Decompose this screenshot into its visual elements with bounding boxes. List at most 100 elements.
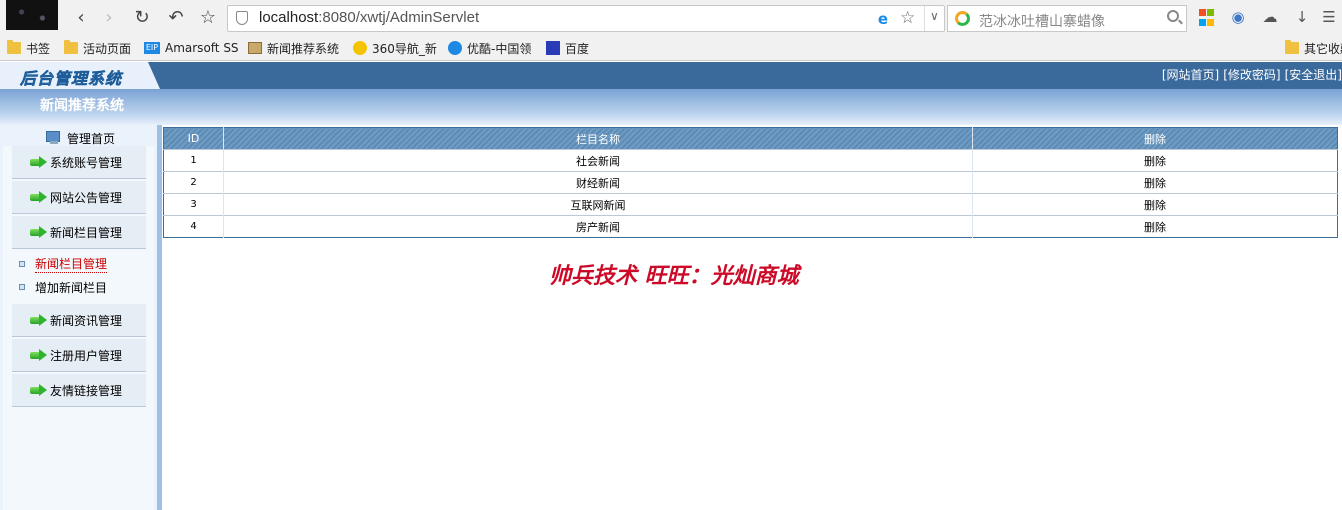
bookmark-item[interactable]: 书签	[7, 40, 50, 56]
logo-text: 后台管理系统	[20, 69, 123, 89]
table-row: 2 财经新闻 删除	[163, 171, 1338, 194]
link-change-password[interactable]: [修改密码]	[1223, 68, 1280, 82]
system-title: 新闻推荐系统	[40, 98, 124, 114]
sidebar-menu: 系统账号管理 网站公告管理 新闻栏目管理 新闻栏目管理 增加新闻栏目 新闻资讯管…	[3, 146, 154, 510]
url-text[interactable]: localhost:8080/xwtj/AdminServlet	[259, 9, 479, 26]
cell-id: 1	[163, 149, 224, 172]
download-icon[interactable]: ↓	[1293, 8, 1311, 26]
shield-icon	[236, 11, 248, 25]
cell-name: 互联网新闻	[223, 193, 973, 216]
page-icon	[248, 42, 262, 54]
table-row: 3 互联网新闻 删除	[163, 193, 1338, 216]
menu-site-notices[interactable]: 网站公告管理	[12, 181, 146, 214]
browser-toolbar: ‹ › ↻ ↶ ☆ localhost:8080/xwtj/AdminServl…	[0, 0, 1342, 36]
menu-label: 注册用户管理	[50, 348, 123, 363]
submenu-add-column[interactable]: 增加新闻栏目	[19, 279, 107, 295]
delete-link[interactable]: 删除	[972, 149, 1338, 172]
header-links: [网站首页] [修改密码] [安全退出]	[1158, 66, 1342, 83]
menu-icon[interactable]: ☰	[1320, 8, 1338, 26]
menu-label: 网站公告管理	[50, 190, 123, 205]
link-logout[interactable]: [安全退出]	[1285, 68, 1342, 82]
shield-guard-icon[interactable]: ◉	[1229, 8, 1247, 26]
baidu-icon	[546, 41, 560, 55]
search-icon[interactable]	[1167, 10, 1179, 22]
table-row: 4 房产新闻 删除	[163, 215, 1338, 238]
system-title-bar: 新闻推荐系统	[0, 89, 1342, 125]
menu-label: 友情链接管理	[50, 383, 123, 398]
delete-link[interactable]: 删除	[972, 193, 1338, 216]
green-arrow-icon	[30, 314, 48, 326]
submenu-label: 新闻栏目管理	[35, 257, 108, 273]
bullet-icon	[19, 284, 25, 290]
cell-id: 2	[163, 171, 224, 194]
submenu-news-columns[interactable]: 新闻栏目管理	[19, 256, 108, 273]
menu-system-accounts[interactable]: 系统账号管理	[12, 146, 146, 179]
reload-icon[interactable]: ↻	[130, 6, 154, 30]
youku-icon	[448, 41, 462, 55]
chevron-down-icon[interactable]: ∨	[930, 9, 939, 23]
search-input[interactable]: 范冰冰吐槽山寨蜡像	[979, 11, 1105, 31]
promo-slogan: 帅兵技术 旺旺：光灿商城	[549, 264, 799, 289]
cell-name: 房产新闻	[223, 215, 973, 238]
green-arrow-icon	[30, 191, 48, 203]
sidebar-home-label: 管理首页	[67, 131, 116, 146]
folder-icon	[7, 40, 21, 54]
sidebar-home[interactable]: 管理首页	[45, 129, 115, 147]
menu-news-columns[interactable]: 新闻栏目管理	[12, 216, 146, 249]
favorite-star-icon[interactable]: ☆	[900, 8, 915, 28]
menu-friend-links[interactable]: 友情链接管理	[12, 374, 146, 407]
360-icon	[353, 41, 367, 55]
menu-registered-users[interactable]: 注册用户管理	[12, 339, 146, 372]
table-row: 1 社会新闻 删除	[163, 149, 1338, 172]
url-separator	[924, 6, 925, 31]
delete-link[interactable]: 删除	[972, 171, 1338, 194]
search-box[interactable]: 范冰冰吐槽山寨蜡像	[947, 5, 1187, 32]
green-arrow-icon	[30, 156, 48, 168]
link-site-home[interactable]: [网站首页]	[1162, 68, 1219, 82]
bookmark-item[interactable]: 百度	[546, 40, 589, 56]
column-table: ID 栏目名称 删除 1 社会新闻 删除 2 财经新闻 删除 3 互联网新闻 删…	[163, 127, 1338, 238]
bookmark-label: 新闻推荐系统	[267, 41, 340, 56]
bookmark-item[interactable]: EIP Amarsoft SS	[144, 40, 239, 56]
logo-area: 后台管理系统	[0, 62, 160, 89]
eip-icon: EIP	[144, 42, 160, 54]
address-bar[interactable]: localhost:8080/xwtj/AdminServlet e ☆ ∨	[227, 5, 945, 32]
green-arrow-icon	[30, 384, 48, 396]
bookmark-other[interactable]: 其它收藏	[1285, 40, 1342, 56]
column-header-delete: 删除	[972, 127, 1338, 150]
cell-name: 财经新闻	[223, 171, 973, 194]
green-arrow-icon	[30, 349, 48, 361]
url-path: :8080/xwtj/AdminServlet	[318, 9, 480, 26]
menu-label: 系统账号管理	[50, 155, 123, 170]
bookmark-label: 书签	[26, 41, 51, 56]
bookmark-item[interactable]: 新闻推荐系统	[248, 40, 339, 56]
cell-id: 4	[163, 215, 224, 238]
menu-news-articles[interactable]: 新闻资讯管理	[12, 304, 146, 337]
bookmark-label: 其它收藏	[1304, 41, 1342, 56]
search-engine-icon	[955, 11, 970, 26]
folder-icon	[64, 40, 78, 54]
cell-id: 3	[163, 193, 224, 216]
url-host: localhost	[259, 9, 319, 26]
submenu-label: 增加新闻栏目	[35, 280, 108, 295]
bookmark-item[interactable]: 优酷-中国领	[448, 40, 531, 56]
green-arrow-icon	[30, 226, 48, 238]
apps-icon[interactable]	[1199, 9, 1217, 27]
bookmark-label: 360导航_新	[372, 41, 437, 56]
bookmark-item[interactable]: 活动页面	[64, 40, 131, 56]
admin-header: 后台管理系统 [网站首页] [修改密码] [安全退出]	[0, 62, 1342, 89]
column-header-id: ID	[163, 127, 224, 150]
back-icon[interactable]: ‹	[69, 6, 93, 30]
ie-mode-icon[interactable]: e	[875, 11, 891, 27]
tab-thumbnail[interactable]	[6, 0, 58, 30]
computer-icon	[45, 131, 63, 145]
bookmark-item[interactable]: 360导航_新	[353, 40, 437, 56]
bookmark-star-icon[interactable]: ☆	[196, 6, 220, 30]
menu-label: 新闻栏目管理	[50, 225, 123, 240]
forward-icon[interactable]: ›	[97, 6, 121, 30]
delete-link[interactable]: 删除	[972, 215, 1338, 238]
menu-label: 新闻资讯管理	[50, 313, 123, 328]
cell-name: 社会新闻	[223, 149, 973, 172]
undo-icon[interactable]: ↶	[164, 6, 188, 30]
cloud-icon[interactable]: ☁	[1261, 8, 1279, 26]
